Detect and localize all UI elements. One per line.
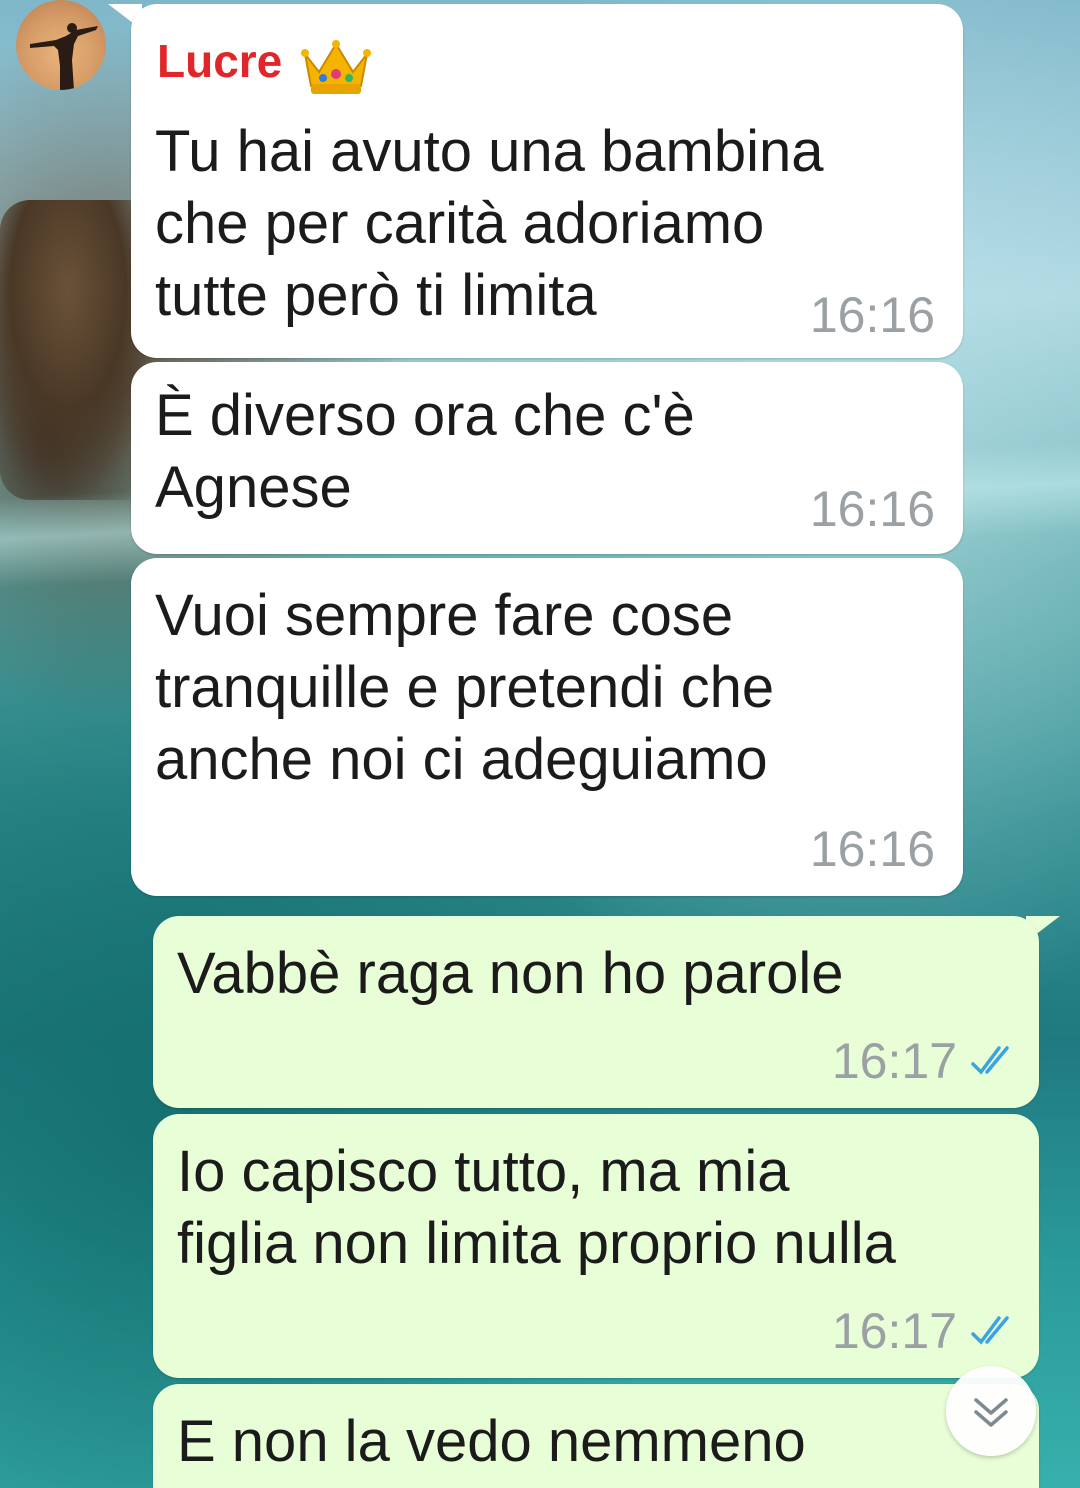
message-text: Tu hai avuto una bambina che per carità … [155,119,824,328]
message-text: E non la vedo nemmeno [177,1409,806,1474]
person-silhouette-icon [30,23,98,90]
message-text: Vabbè raga non ho parole [177,941,844,1006]
message-timestamp: 16:17 [831,1033,957,1089]
sender-name[interactable]: Lucre [157,38,282,84]
double-chevron-down-icon [974,1398,1008,1427]
message-timestamp: 16:17 [831,1303,957,1359]
message-text: Vuoi sempre fare cose tranquille e prete… [155,583,775,792]
message-bubble-outgoing[interactable]: Io capisco tutto, ma mia figlia non limi… [153,1114,1039,1378]
message-bubble-outgoing[interactable]: Vabbè raga non ho parole 16:17 [153,916,1039,1108]
chat-view[interactable]: Lucre Tu hai avuto una bambina che per c… [0,0,1080,1488]
message-text: Io capisco tutto, ma mia figlia non limi… [177,1139,896,1276]
message-timestamp: 16:16 [809,287,935,343]
message-bubble-incoming[interactable]: Lucre Tu hai avuto una bambina che per c… [131,4,963,358]
message-text: È diverso ora che c'è Agnese [155,383,695,520]
sender-avatar[interactable] [16,0,106,90]
message-bubble-incoming[interactable]: Vuoi sempre fare cose tranquille e prete… [131,558,963,896]
message-bubble-incoming[interactable]: È diverso ora che c'è Agnese 16:16 [131,362,963,554]
read-receipt-icon [969,1314,1017,1351]
read-receipt-icon [969,1044,1017,1081]
scroll-to-bottom-button[interactable] [946,1366,1036,1456]
crown-icon [301,40,371,101]
message-timestamp: 16:16 [809,821,935,877]
message-timestamp: 16:16 [809,481,935,537]
message-bubble-outgoing[interactable]: E non la vedo nemmeno [153,1384,1039,1488]
